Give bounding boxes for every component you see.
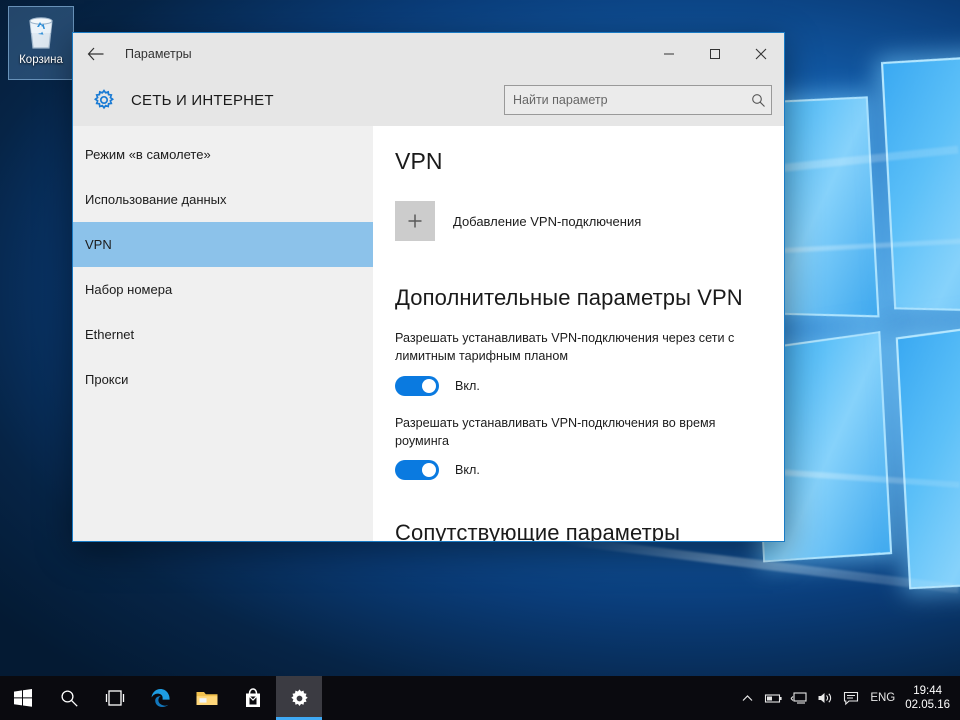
toggle-state-label: Вкл. — [455, 463, 480, 477]
search-icon — [60, 689, 78, 707]
search-box[interactable] — [504, 85, 772, 115]
page-title: СЕТЬ И ИНТЕРНЕТ — [131, 91, 274, 109]
back-arrow-icon — [87, 47, 103, 60]
language-indicator[interactable]: ENG — [864, 692, 903, 704]
maximize-button[interactable] — [692, 33, 738, 74]
sidebar-item-label: Ethernet — [85, 327, 135, 342]
clock[interactable]: 19:44 02.05.16 — [903, 684, 960, 713]
add-vpn-connection-label: Добавление VPN-подключения — [453, 213, 642, 229]
settings-sidebar: Режим «в самолете» Использование данных … — [73, 126, 373, 541]
sidebar-item-label: Набор номера — [85, 282, 173, 297]
sidebar-item-data-usage[interactable]: Использование данных — [73, 177, 373, 222]
clock-date: 02.05.16 — [905, 699, 950, 711]
system-tray: ENG 19:44 02.05.16 — [734, 676, 960, 720]
start-button[interactable] — [0, 676, 46, 720]
action-center-icon[interactable] — [838, 676, 864, 720]
search-button[interactable] — [46, 676, 92, 720]
sidebar-item-proxy[interactable]: Прокси — [73, 357, 373, 402]
folder-icon — [196, 692, 218, 705]
setting-metered-networks: Разрешать устанавливать VPN-подключения … — [395, 329, 784, 396]
minimize-icon — [664, 53, 674, 54]
toggle-state-label: Вкл. — [455, 378, 480, 393]
task-view-button[interactable] — [92, 676, 138, 720]
sidebar-item-airplane-mode[interactable]: Режим «в самолете» — [73, 132, 373, 177]
settings-window: Параметры СЕТЬ И ИНТЕРНЕТ Найти параметр… — [72, 32, 785, 542]
gear-icon — [290, 688, 308, 706]
toggle-knob — [422, 463, 436, 477]
clock-time: 19:44 — [913, 684, 942, 697]
toggle-metered-networks[interactable] — [395, 375, 439, 396]
window-titlebar: Параметры — [73, 33, 784, 74]
window-title: Параметры — [125, 46, 192, 61]
maximize-icon — [710, 48, 720, 59]
volume-icon[interactable] — [812, 676, 838, 720]
search-input[interactable] — [505, 93, 745, 107]
sidebar-item-ethernet[interactable]: Ethernet — [73, 312, 373, 357]
sidebar-item-label: Режим «в самолете» — [85, 147, 211, 162]
edge-button[interactable] — [138, 676, 184, 720]
window-body: Режим «в самолете» Использование данных … — [73, 126, 784, 541]
related-settings-heading: Сопутствующие параметры — [395, 520, 681, 541]
content-heading-vpn: VPN — [395, 148, 443, 174]
desktop: Корзина Параметры СЕТЬ И ИНТЕРНЕТ Найти … — [0, 0, 960, 720]
network-icon[interactable] — [786, 676, 812, 720]
store-button[interactable] — [230, 676, 276, 720]
sidebar-item-label: VPN — [85, 237, 112, 252]
plus-icon — [395, 201, 435, 241]
sidebar-item-label: Прокси — [85, 372, 129, 387]
close-icon — [755, 48, 767, 59]
taskbar: ENG 19:44 02.05.16 — [0, 676, 960, 720]
task-view-icon — [105, 690, 125, 706]
file-explorer-button[interactable] — [184, 676, 230, 720]
window-controls — [646, 33, 784, 74]
sidebar-item-label: Использование данных — [85, 192, 227, 207]
store-bag-icon — [246, 688, 260, 707]
minimize-button[interactable] — [646, 33, 692, 74]
gear-icon — [87, 88, 121, 112]
toggle-roaming[interactable] — [395, 460, 439, 480]
settings-content: VPN Добавление VPN-подключения Дополните… — [373, 126, 784, 541]
setting-description: Разрешать устанавливать VPN-подключения … — [395, 415, 716, 448]
windows-logo-icon — [14, 689, 32, 707]
sidebar-item-dial-up[interactable]: Набор номера — [73, 267, 373, 312]
setting-roaming: Разрешать устанавливать VPN-подключения … — [395, 414, 784, 480]
close-button[interactable] — [738, 33, 784, 74]
settings-taskbar-button[interactable] — [276, 676, 322, 720]
settings-header: СЕТЬ И ИНТЕРНЕТ — [73, 74, 784, 126]
search-icon — [745, 93, 771, 108]
edge-browser-icon — [151, 689, 170, 707]
hero-pane — [880, 50, 960, 315]
battery-icon[interactable] — [760, 676, 786, 720]
add-vpn-connection-button[interactable]: Добавление VPN-подключения — [395, 201, 784, 241]
desktop-icon-recycle-bin[interactable]: Корзина — [8, 6, 74, 80]
setting-description: Разрешать устанавливать VPN-подключения … — [395, 331, 735, 364]
back-button[interactable] — [73, 33, 117, 74]
show-hidden-icons-icon[interactable] — [734, 676, 760, 720]
hero-pane — [895, 310, 960, 590]
toggle-row: Вкл. — [395, 375, 784, 396]
advanced-options-heading: Дополнительные параметры VPN — [395, 285, 743, 310]
toggle-knob — [422, 378, 436, 393]
recycle-bin-label: Корзина — [19, 54, 63, 66]
recycle-bin-icon — [23, 13, 59, 51]
toggle-row: Вкл. — [395, 460, 784, 480]
sidebar-item-vpn[interactable]: VPN — [73, 222, 373, 267]
